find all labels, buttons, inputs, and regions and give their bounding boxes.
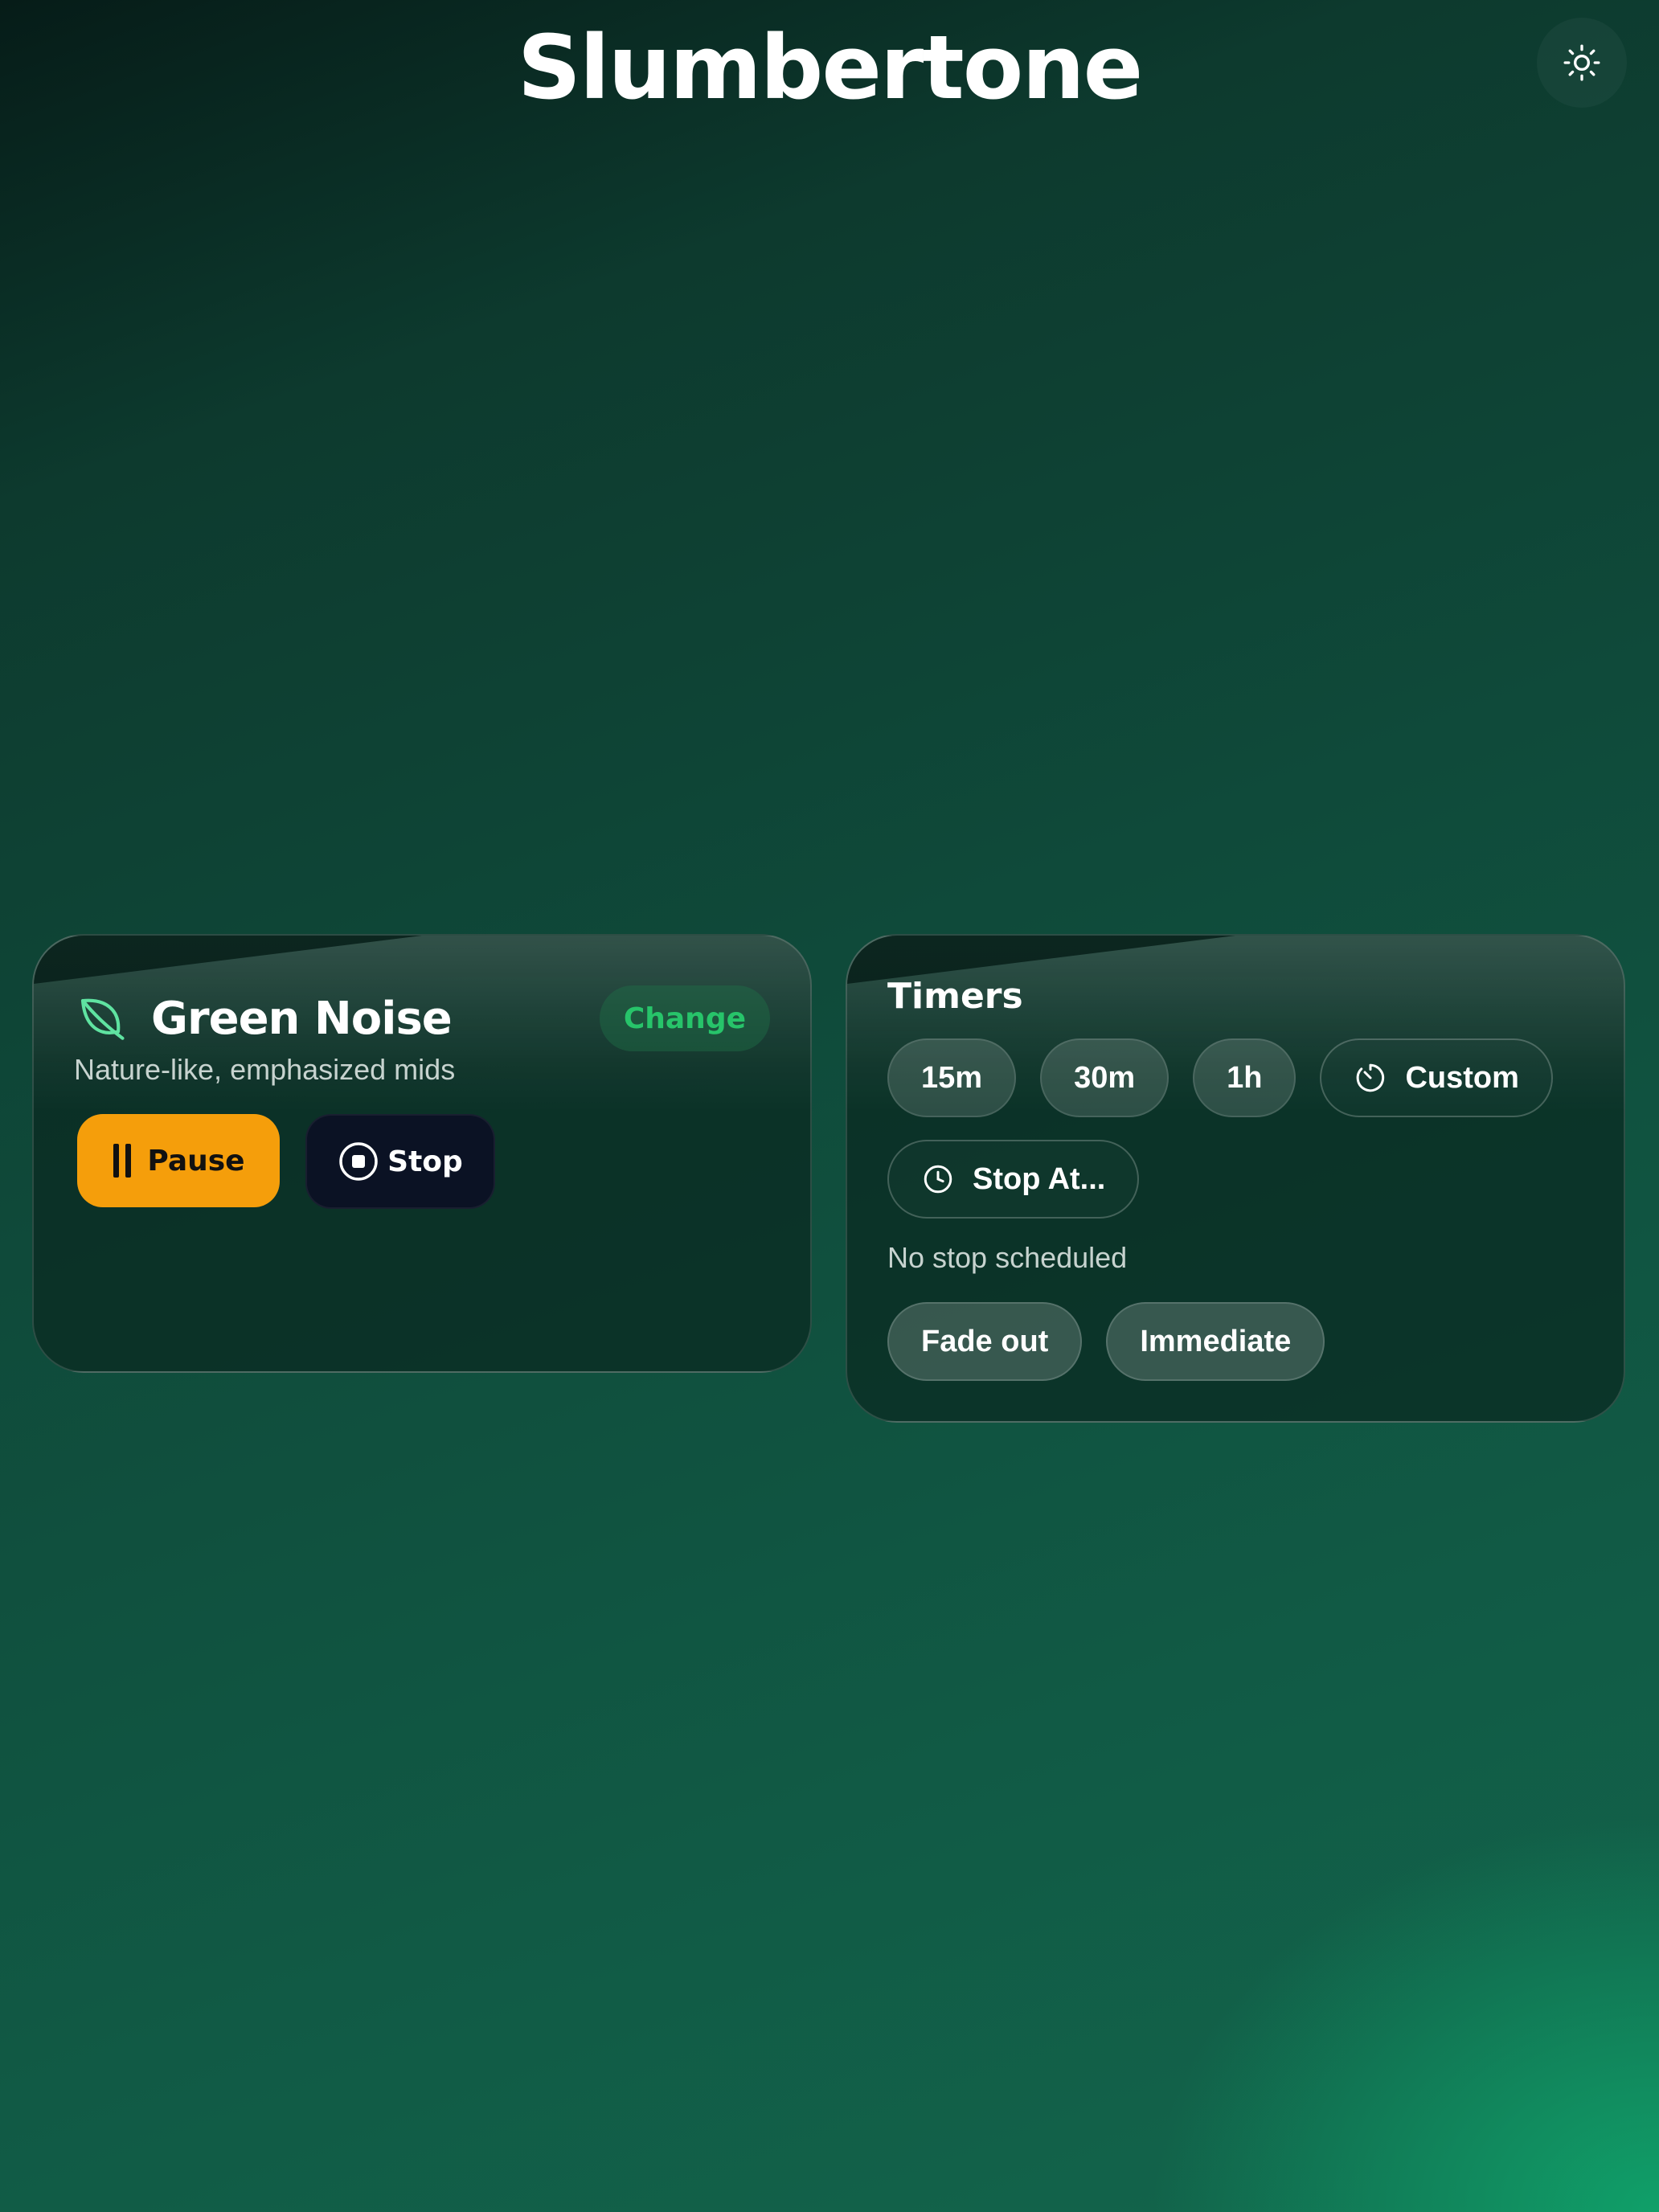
clock-icon xyxy=(924,1165,952,1194)
pause-button[interactable]: Pause xyxy=(77,1114,280,1207)
leaf-icon xyxy=(80,998,125,1040)
custom-label: Custom xyxy=(1405,1060,1519,1095)
stop-label: Stop xyxy=(387,1145,463,1178)
timers-card: Timers 15m 30m 1h Custom Stop At... No s… xyxy=(846,934,1625,1423)
sound-title: Green Noise xyxy=(151,992,453,1045)
stop-at-button[interactable]: Stop At... xyxy=(887,1140,1140,1219)
sound-description: Nature-like, emphasized mids xyxy=(74,1053,456,1086)
app-title: Slumbertone xyxy=(517,16,1144,119)
sound-header: Green Noise Change xyxy=(74,982,770,1055)
timer-30m-button[interactable]: 30m xyxy=(1040,1038,1169,1117)
stop-at-label: Stop At... xyxy=(973,1161,1106,1196)
timer-presets: 15m 30m 1h Custom xyxy=(887,1038,1553,1117)
pause-icon xyxy=(113,1144,132,1178)
theme-toggle-button[interactable] xyxy=(1537,18,1627,108)
fade-out-button[interactable]: Fade out xyxy=(887,1302,1083,1381)
sun-icon xyxy=(1563,44,1600,81)
timer-15m-button[interactable]: 15m xyxy=(887,1038,1017,1117)
stop-status-text: No stop scheduled xyxy=(887,1241,1128,1274)
timer-icon xyxy=(1357,1063,1385,1092)
timer-custom-button[interactable]: Custom xyxy=(1320,1038,1553,1117)
stop-button[interactable]: Stop xyxy=(305,1114,495,1209)
timers-title: Timers xyxy=(887,976,1023,1017)
stop-icon xyxy=(339,1142,378,1181)
timer-1h-button[interactable]: 1h xyxy=(1193,1038,1296,1117)
playback-controls: Pause Stop xyxy=(77,1114,495,1209)
immediate-button[interactable]: Immediate xyxy=(1106,1302,1325,1381)
stop-at-row: Stop At... xyxy=(887,1140,1140,1219)
change-sound-button[interactable]: Change xyxy=(599,985,770,1051)
stop-mode-options: Fade out Immediate xyxy=(887,1302,1325,1381)
sound-card: Green Noise Change Nature-like, emphasiz… xyxy=(32,934,812,1373)
pause-label: Pause xyxy=(147,1144,245,1178)
